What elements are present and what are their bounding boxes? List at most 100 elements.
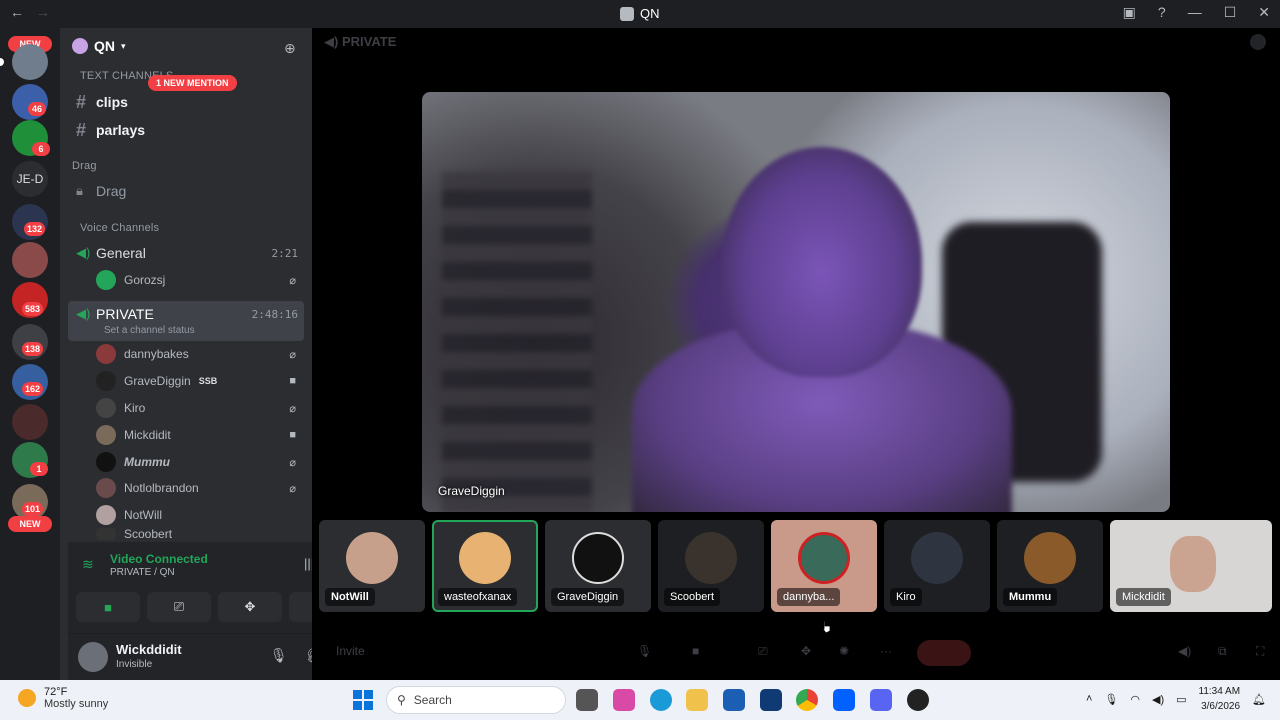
close-icon[interactable]: ✕ <box>1258 4 1270 21</box>
weather-desc: Mostly sunny <box>44 698 109 710</box>
invite-button[interactable]: Invite <box>336 644 365 658</box>
fullscreen-icon[interactable]: ⛶ <box>1256 644 1264 659</box>
volume-tray-icon[interactable]: ◀) <box>1152 693 1164 706</box>
camera-button[interactable]: ■ <box>76 592 140 622</box>
camera-icon: ■ <box>104 599 112 615</box>
voice-member[interactable]: Kiro ⌀ <box>96 396 304 420</box>
main-video-feed[interactable]: GraveDiggin <box>422 92 1170 512</box>
participant-name: GraveDiggin <box>551 588 625 606</box>
chat-icon[interactable] <box>1250 34 1266 50</box>
mention-badge: 132 <box>24 222 46 236</box>
wifi-icon[interactable]: ◠ <box>1130 693 1140 706</box>
popout-icon[interactable]: ⧉ <box>1218 644 1227 659</box>
channel-status[interactable]: Set a channel status <box>104 325 195 336</box>
camera-icon[interactable]: ■ <box>692 644 699 658</box>
participant-tile[interactable]: wasteofxanax <box>432 520 538 612</box>
weather-widget[interactable]: 72°F Mostly sunny <box>18 686 108 710</box>
copilot-icon[interactable] <box>613 689 635 711</box>
edge-icon[interactable] <box>650 689 672 711</box>
voice-status-title[interactable]: Video Connected <box>110 552 208 566</box>
participant-tile[interactable]: GraveDiggin <box>545 520 651 612</box>
voice-member[interactable]: GraveDiggin SSB ■ <box>96 369 304 393</box>
window-title-text: QN <box>640 6 660 21</box>
mention-badge: 46 <box>28 102 46 116</box>
participant-tile[interactable]: Mummu <box>997 520 1103 612</box>
chrome-icon[interactable] <box>796 689 818 711</box>
obs-icon[interactable] <box>907 689 929 711</box>
avatar <box>96 398 116 418</box>
server-logo-icon <box>72 38 88 54</box>
participant-tile[interactable]: Scoobert <box>658 520 764 612</box>
signal-icon[interactable]: ≋ <box>82 556 94 573</box>
voice-member[interactable]: Notlolbrandon ⌀ <box>96 476 304 500</box>
chevron-up-icon[interactable]: ˄ <box>1086 693 1092 705</box>
voice-member[interactable]: NotWill <box>96 503 304 527</box>
mic-icon[interactable]: 🎙︎ <box>637 644 652 658</box>
voice-member[interactable]: Mummu ⌀ <box>96 450 304 474</box>
avatar <box>96 270 116 290</box>
user-name[interactable]: Wickddidit <box>116 642 182 657</box>
visual-studio-icon[interactable] <box>760 689 782 711</box>
notification-bell-icon[interactable]: 🔔︎ <box>1252 693 1266 706</box>
participant-tile[interactable]: Kiro <box>884 520 990 612</box>
discord-icon[interactable] <box>870 689 892 711</box>
channel-name: PRIVATE <box>96 306 154 322</box>
lock-icon: 🔒︎ <box>76 183 83 198</box>
store-icon[interactable] <box>723 689 745 711</box>
help-icon[interactable]: ? <box>1158 4 1166 21</box>
activities-button[interactable]: ✥ <box>218 592 282 622</box>
server-icon-9[interactable] <box>12 404 48 440</box>
participant-tile-video[interactable]: Mickdidit <box>1110 520 1272 612</box>
channel-clips[interactable]: # clips <box>68 88 304 116</box>
avatar <box>96 344 116 364</box>
clock[interactable]: 11:34 AM 3/6/2026 <box>1199 684 1241 714</box>
voice-channel-general[interactable]: ◀) General 2:21 <box>68 239 304 267</box>
start-button[interactable] <box>353 690 373 710</box>
activities-icon[interactable]: ✥ <box>801 644 811 658</box>
battery-icon[interactable]: ▭ <box>1176 693 1186 706</box>
participant-tile[interactable]: NotWill <box>319 520 425 612</box>
server-icon <box>620 6 634 21</box>
category-drag[interactable]: Drag <box>72 160 97 172</box>
task-view-icon[interactable] <box>576 689 598 711</box>
channel-drag-locked[interactable]: 🔒︎ Drag <box>68 177 304 205</box>
dropbox-icon[interactable] <box>833 689 855 711</box>
file-explorer-icon[interactable] <box>686 689 708 711</box>
screen-share-icon[interactable]: ⎚ <box>758 644 768 659</box>
voice-status-subtitle[interactable]: PRIVATE / QN <box>110 567 175 578</box>
voice-member[interactable]: Mickdidit ■ <box>96 423 304 447</box>
more-icon[interactable]: ··· <box>880 644 892 658</box>
call-duration: 2:21 <box>271 246 299 260</box>
forward-arrow-icon[interactable]: → <box>36 4 50 20</box>
minimize-icon[interactable]: — <box>1188 4 1202 21</box>
clock-time: 11:34 AM <box>1198 686 1241 697</box>
screen-share-button[interactable]: ⎚ <box>147 592 211 622</box>
voice-channel-private[interactable]: ◀) PRIVATE 2:48:16 Set a channel status <box>68 301 304 341</box>
volume-icon[interactable]: ◀) <box>1178 644 1191 658</box>
server-header[interactable]: QN ▾ <box>72 38 126 54</box>
mention-badge: 1 <box>30 462 48 476</box>
server-rail: NEW 46 6 JE-D 132 583 138 162 1 101 NEW <box>0 28 60 680</box>
category-voice-channels[interactable]: Voice Channels <box>80 222 159 234</box>
invite-people-icon[interactable]: ⊕ <box>284 40 300 56</box>
inbox-icon[interactable]: ▣ <box>1123 4 1136 21</box>
server-icon-jed[interactable]: JE-D <box>12 161 48 197</box>
avatar <box>96 478 116 498</box>
taskbar-search[interactable]: ⚲ Search <box>386 686 566 714</box>
participant-tile[interactable]: dannyba... <box>771 520 877 612</box>
microphone-icon[interactable]: 🎙︎ <box>270 647 288 664</box>
server-icon-1[interactable] <box>12 44 48 80</box>
channel-parlays[interactable]: # parlays <box>68 116 304 144</box>
voice-member[interactable]: dannybakes ⌀ <box>96 342 304 366</box>
server-icon-5[interactable] <box>12 242 48 278</box>
leave-call-button[interactable] <box>917 640 971 666</box>
voice-member[interactable]: Scoobert <box>96 528 304 540</box>
user-avatar[interactable] <box>78 642 108 672</box>
maximize-icon[interactable]: ☐ <box>1224 4 1237 21</box>
system-tray: ˄ 🎙︎ ◠ ◀) ▭ 11:34 AM 3/6/2026 🔔︎ <box>1086 684 1266 714</box>
voice-member[interactable]: Gorozsj ⌀ <box>96 268 304 292</box>
new-unreads-pill-bottom[interactable]: NEW <box>8 516 52 532</box>
back-arrow-icon[interactable]: ← <box>10 4 24 20</box>
soundboard-icon[interactable]: ✺ <box>839 644 849 658</box>
mic-tray-icon[interactable]: 🎙︎ <box>1104 693 1118 706</box>
